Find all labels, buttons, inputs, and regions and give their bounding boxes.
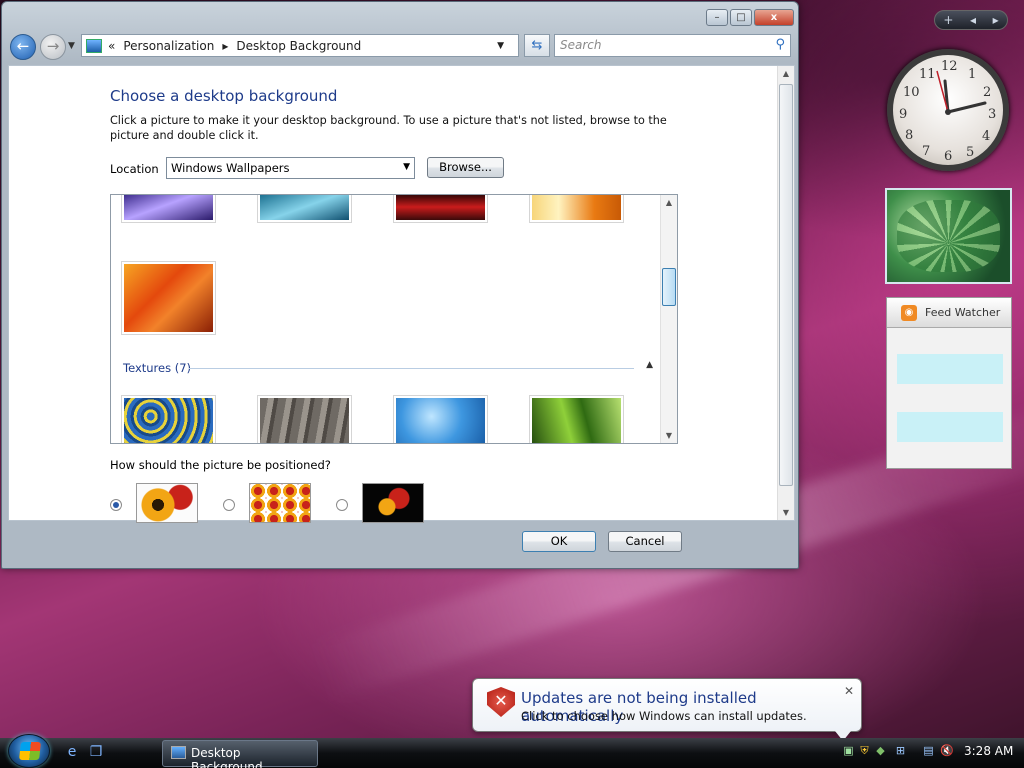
update-notification[interactable]: ✕ Updates are not being installed automa…	[472, 678, 862, 741]
rss-icon: ◉	[901, 305, 917, 321]
wallpaper-thumbnail[interactable]	[121, 195, 216, 223]
search-placeholder: Search	[560, 38, 602, 52]
texture-thumbnail[interactable]	[257, 395, 352, 443]
feed-header: ◉ Feed Watcher	[887, 298, 1011, 328]
page-title: Choose a desktop background	[110, 87, 338, 105]
gallery-scroll-thumb[interactable]	[662, 268, 676, 306]
wallpaper-thumbnail[interactable]	[393, 195, 488, 223]
caption-buttons: – □ x	[706, 9, 794, 26]
location-value: Windows Wallpapers	[171, 161, 290, 175]
position-tile-preview[interactable]	[249, 483, 311, 523]
textures-section-label: Textures (7)	[123, 361, 192, 375]
search-icon[interactable]: ⚲	[775, 37, 785, 52]
windows-logo-icon	[19, 742, 41, 760]
scroll-down-icon[interactable]: ▼	[661, 431, 677, 440]
wallpaper-gallery[interactable]: Textures (7) ▲ ▲ ▼	[110, 194, 678, 444]
back-arrow-icon[interactable]: ←	[10, 34, 36, 60]
feed-watcher-gadget[interactable]: ◉ Feed Watcher	[886, 297, 1012, 469]
wallpaper-thumbnail[interactable]	[121, 261, 216, 335]
internet-explorer-icon[interactable]: e	[64, 744, 80, 760]
notification-subtitle[interactable]: Click to choose how Windows can install …	[521, 709, 807, 723]
close-icon[interactable]: ✕	[844, 684, 854, 698]
taskbar-button-desktop-background[interactable]: Desktop Background	[162, 740, 318, 768]
position-center-preview[interactable]	[362, 483, 424, 523]
feed-title: Feed Watcher	[925, 306, 1001, 319]
wallpaper-thumbnail[interactable]	[257, 195, 352, 223]
navigation-bar: ← → ▼ « Personalization ▸ Desktop Backgr…	[8, 32, 792, 60]
feed-item[interactable]	[897, 354, 1003, 384]
start-button[interactable]	[8, 734, 50, 768]
connection-icon[interactable]: ▤	[922, 744, 935, 757]
clock-gadget[interactable]: 12 1 2 3 4 5 6 7 8 9 10 11	[887, 49, 1009, 171]
texture-thumbnail[interactable]	[393, 395, 488, 443]
position-center-radio[interactable]	[336, 499, 348, 511]
location-select[interactable]: Windows Wallpapers ▼	[166, 157, 415, 179]
section-divider	[189, 368, 634, 369]
location-label: Location	[110, 162, 159, 176]
chevron-up-icon[interactable]: ▲	[646, 360, 653, 370]
content-pane: Choose a desktop background Click a pict…	[8, 65, 795, 523]
scroll-up-icon[interactable]: ▲	[778, 69, 794, 78]
network-icon[interactable]: ▣	[842, 744, 855, 757]
page-description: Click a picture to make it your desktop …	[110, 114, 667, 142]
position-question: How should the picture be positioned?	[110, 458, 331, 472]
address-dropdown-icon[interactable]: ▼	[497, 41, 504, 51]
computer-icon	[171, 746, 186, 759]
clock-hands	[936, 70, 987, 115]
scroll-down-icon[interactable]: ▼	[778, 508, 794, 517]
forward-arrow-icon[interactable]: →	[40, 34, 66, 60]
prev-icon[interactable]: ◂	[970, 13, 976, 27]
recent-pages-dropdown[interactable]: ▼	[68, 41, 75, 51]
switch-windows-icon[interactable]: ❐	[88, 744, 104, 760]
texture-thumbnail[interactable]	[529, 395, 624, 443]
search-input[interactable]: Search ⚲	[554, 34, 791, 57]
chevron-down-icon[interactable]: ▼	[403, 162, 410, 172]
breadcrumb-desktop-background[interactable]: Desktop Background	[236, 39, 361, 53]
breadcrumb-separator[interactable]: ▸	[222, 39, 228, 53]
security-shield-icon[interactable]: ⛨	[858, 744, 871, 757]
texture-thumbnail[interactable]	[121, 395, 216, 443]
windows-flag-icon[interactable]: ⊞	[894, 744, 907, 757]
address-bar[interactable]: « Personalization ▸ Desktop Background ▼	[81, 34, 519, 57]
content-scrollbar[interactable]: ▲ ▼	[777, 66, 794, 520]
close-button[interactable]: x	[754, 9, 794, 26]
position-tile-radio[interactable]	[223, 499, 235, 511]
scroll-up-icon[interactable]: ▲	[661, 198, 677, 207]
minimize-button[interactable]: –	[706, 9, 728, 26]
taskbar-button-label: Desktop Background	[191, 746, 263, 768]
position-fill-radio[interactable]	[110, 499, 122, 511]
refresh-icon[interactable]: ⇆	[524, 34, 550, 57]
maximize-button[interactable]: □	[730, 9, 752, 26]
volume-muted-icon[interactable]: 🔇	[940, 744, 954, 757]
next-icon[interactable]: ▸	[993, 13, 999, 27]
taskbar-clock[interactable]: 3:28 AM	[964, 744, 1013, 758]
ok-button[interactable]: OK	[522, 531, 596, 552]
position-fill-preview[interactable]	[136, 483, 198, 523]
breadcrumb-personalization[interactable]: Personalization	[123, 39, 214, 53]
add-gadget-icon[interactable]: +	[943, 13, 953, 27]
slideshow-gadget[interactable]	[885, 188, 1012, 284]
gallery-scrollbar[interactable]: ▲ ▼	[660, 195, 677, 443]
error-shield-icon: ✕	[487, 687, 515, 717]
breadcrumb-prefix[interactable]: «	[108, 39, 115, 53]
update-icon[interactable]: ◆	[874, 744, 887, 757]
wallpaper-thumbnail[interactable]	[529, 195, 624, 223]
cancel-button[interactable]: Cancel	[608, 531, 682, 552]
desktop-background-window: – □ x ← → ▼ « Personalization ▸ Desktop …	[1, 1, 799, 569]
content-scroll-thumb[interactable]	[779, 84, 793, 486]
browse-button[interactable]: Browse...	[427, 157, 504, 178]
computer-icon	[86, 38, 102, 53]
sidebar-controls[interactable]: + ◂ ▸	[934, 10, 1008, 30]
feed-item[interactable]	[897, 412, 1003, 442]
textures-section-header[interactable]: Textures (7) ▲	[123, 360, 653, 375]
